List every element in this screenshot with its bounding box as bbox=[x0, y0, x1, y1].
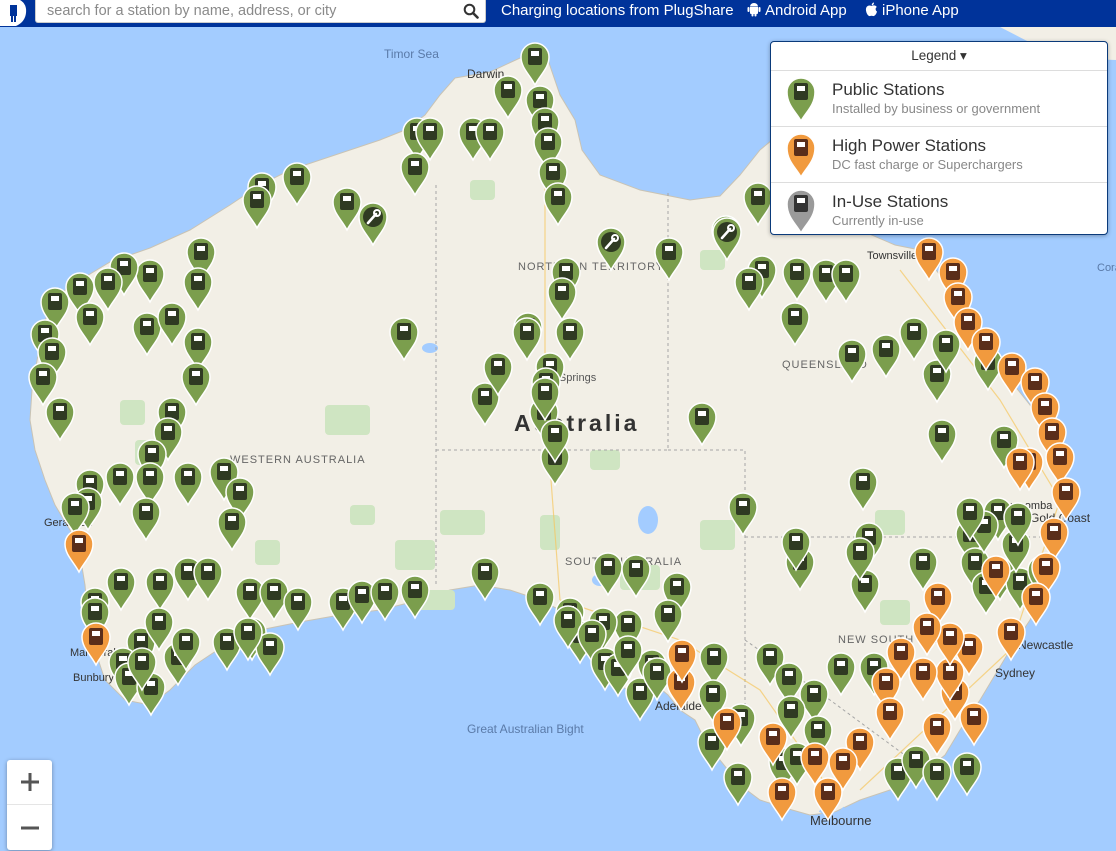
orange-pin-icon bbox=[786, 133, 816, 178]
top-bar: Charging locations from PlugShare Androi… bbox=[0, 0, 1116, 27]
sydney-label: Sydney bbox=[995, 666, 1035, 680]
legend-panel: Legend ▾ Public Stations Installed by bu… bbox=[770, 41, 1108, 235]
legend-item-in-use: In-Use Stations Currently in-use bbox=[771, 183, 1107, 238]
northern-territory-label: NORTHERN TERRITORY bbox=[518, 261, 664, 273]
legend-item-name: In-Use Stations bbox=[832, 192, 949, 211]
legend-item-name: Public Stations bbox=[832, 80, 945, 99]
western-australia-label: WESTERN AUSTRALIA bbox=[230, 454, 366, 466]
zoom-control bbox=[7, 760, 52, 850]
timor-sea-label: Timor Sea bbox=[384, 47, 439, 61]
plugshare-logo-icon[interactable] bbox=[0, 0, 28, 27]
legend-toggle[interactable]: Legend ▾ bbox=[771, 42, 1107, 71]
legend-item-name: High Power Stations bbox=[832, 136, 987, 155]
zoom-out-button[interactable] bbox=[7, 806, 52, 850]
legend-item-high-power: High Power Stations DC fast charge or Su… bbox=[771, 127, 1107, 183]
melbourne-label: Melbourne bbox=[810, 813, 871, 828]
minus-icon bbox=[20, 826, 39, 830]
green-pin-icon bbox=[786, 77, 816, 122]
townsville-label: Townsville bbox=[867, 250, 917, 262]
legend-item-public: Public Stations Installed by business or… bbox=[771, 71, 1107, 127]
android-app-label: Android App bbox=[765, 2, 847, 19]
gray-pin-icon bbox=[786, 189, 816, 234]
search-input[interactable] bbox=[45, 0, 459, 22]
search-box bbox=[35, 0, 486, 23]
android-app-link[interactable]: Android App bbox=[747, 2, 847, 19]
legend-item-description: DC fast charge or Superchargers bbox=[832, 157, 1023, 172]
apple-icon bbox=[865, 2, 877, 17]
iphone-app-link[interactable]: iPhone App bbox=[865, 2, 959, 19]
search-icon[interactable] bbox=[463, 3, 479, 24]
great-australian-bight-label: Great Australian Bight bbox=[467, 722, 584, 736]
newcastle-label: Newcastle bbox=[1018, 638, 1074, 652]
legend-item-description: Installed by business or government bbox=[832, 101, 1041, 116]
bunbury-label: Bunbury bbox=[73, 672, 114, 684]
header-title-link[interactable]: Charging locations from PlugShare bbox=[501, 2, 734, 19]
coral-sea-label: Coral Sea bbox=[1097, 262, 1116, 274]
iphone-app-label: iPhone App bbox=[882, 2, 959, 19]
plus-icon bbox=[20, 773, 39, 791]
android-icon bbox=[747, 3, 761, 17]
legend-item-description: Currently in-use bbox=[832, 213, 924, 228]
zoom-in-button[interactable] bbox=[7, 760, 52, 805]
